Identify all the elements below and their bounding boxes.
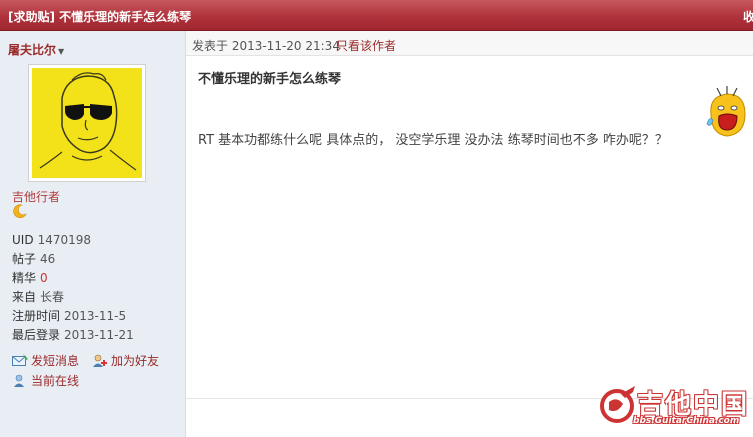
- online-status: 当前在线: [12, 371, 79, 391]
- add-friend-button[interactable]: 加为好友: [92, 351, 159, 371]
- post-time: 发表于 2013-11-20 21:34: [192, 39, 340, 53]
- collapse-toggle[interactable]: 收: [743, 8, 753, 25]
- watermark-url: bbs.GuitarChina.com: [633, 416, 740, 426]
- post-content-area: 发表于 2013-11-20 21:34 只看该作者 不懂乐理的新手怎么练琴 R…: [186, 31, 753, 437]
- user-online-icon: [14, 374, 24, 387]
- stat-last-login: 最后登录 2013-11-21: [12, 328, 134, 342]
- post-title: 不懂乐理的新手怎么练琴: [198, 72, 342, 87]
- envelope-icon: [12, 354, 28, 366]
- add-friend-icon: [93, 354, 107, 367]
- thread-title: [求助贴] 不懂乐理的新手怎么练琴: [8, 10, 192, 24]
- only-author-link[interactable]: 只看该作者: [336, 37, 396, 54]
- chevron-down-icon[interactable]: ▼: [58, 47, 64, 56]
- avatar[interactable]: [28, 64, 146, 182]
- author-name-menu[interactable]: 屠夫比尔 ▼: [8, 41, 64, 58]
- author-name[interactable]: 屠夫比尔: [8, 43, 56, 57]
- crying-emoji-icon: [705, 86, 751, 145]
- post-meta-bar: 发表于 2013-11-20 21:34 只看该作者: [186, 31, 753, 56]
- author-stats: UID 1470198 帖子 46 精华 0 来自 长春 注册时间 2013-11-5 最…: [12, 231, 134, 345]
- stat-location: 来自 长春: [12, 290, 65, 304]
- stat-digest: 精华 0: [12, 271, 48, 285]
- stat-posts: 帖子 46: [12, 252, 56, 266]
- avatar-image[interactable]: [32, 68, 142, 178]
- thread-title-bar: [求助贴] 不懂乐理的新手怎么练琴 收: [0, 0, 753, 31]
- send-message-button[interactable]: 发短消息: [12, 351, 79, 371]
- stat-uid: UID 1470198: [12, 233, 92, 247]
- site-watermark: 吉他中国 bbs.GuitarChina.com: [599, 380, 749, 432]
- moon-icon: [12, 203, 28, 222]
- author-sidebar: 屠夫比尔 ▼ 吉他行者 UID 1470198 帖子 46 精华 0 来自 长春 注册时间…: [0, 31, 186, 437]
- post-body: RT 基本功都练什么呢 具体点的， 没空学乐理 没办法 练琴时间也不多 咋办呢？…: [198, 133, 668, 148]
- stat-registered: 注册时间 2013-11-5: [12, 309, 127, 323]
